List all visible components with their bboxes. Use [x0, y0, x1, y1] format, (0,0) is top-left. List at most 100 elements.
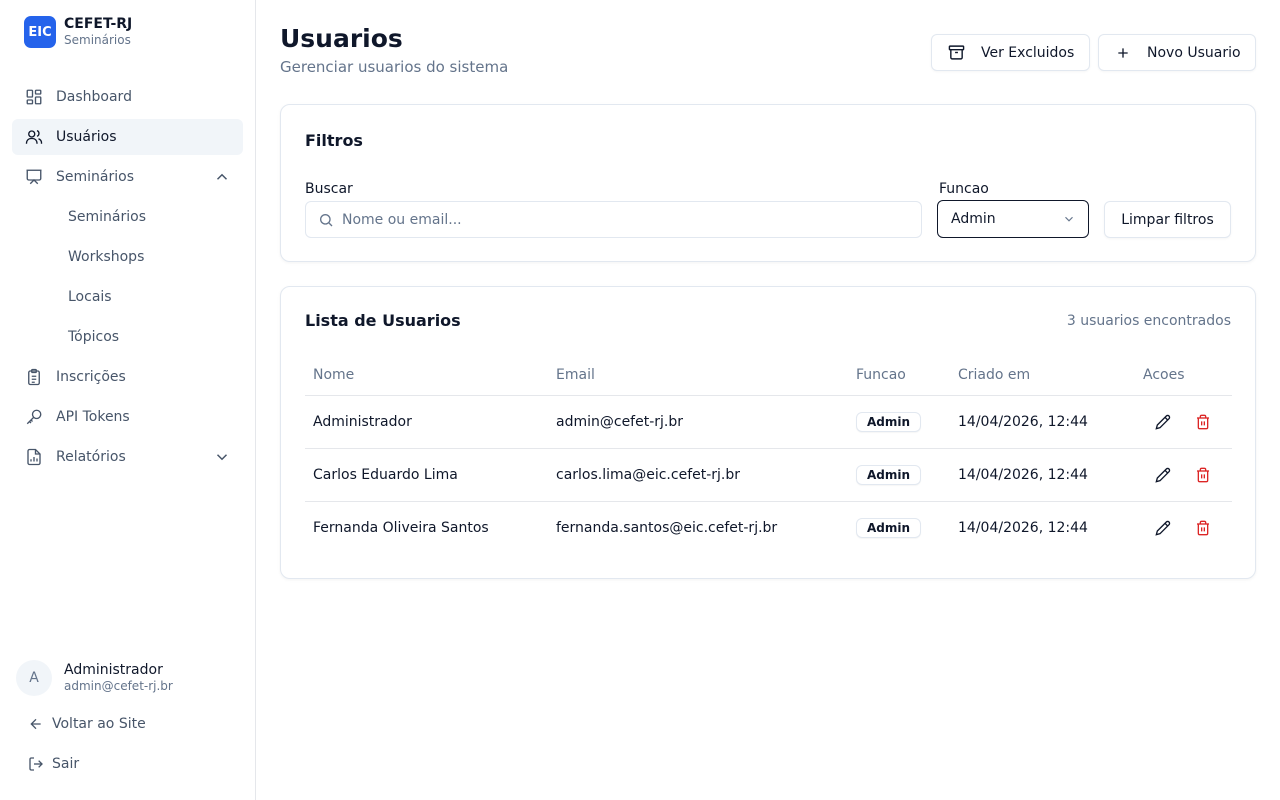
sidebar-subitem-locais[interactable]: Locais	[68, 279, 243, 315]
sidebar-item-dashboard[interactable]: Dashboard	[12, 79, 243, 115]
sidebar-subitem-workshops[interactable]: Workshops	[68, 239, 243, 275]
delete-button[interactable]	[1187, 512, 1219, 544]
trash-icon	[1197, 414, 1210, 429]
sidebar-item-label: Dashboard	[56, 89, 132, 105]
created-cell: 14/04/2026, 12:44	[950, 448, 1135, 502]
sidebar-item-label: Seminários	[68, 209, 146, 225]
role-badge: Admin	[856, 411, 922, 432]
edit-button[interactable]	[1147, 459, 1179, 491]
edit-button[interactable]	[1147, 406, 1179, 438]
role-badge: Admin	[856, 517, 922, 538]
chevron-up-icon	[216, 173, 228, 180]
user-email-cell: admin@cefet-rj.br	[548, 395, 848, 449]
sidebar-subitem-seminarios[interactable]: Seminários	[68, 199, 243, 235]
pencil-icon	[1155, 520, 1171, 536]
presentation-icon	[24, 167, 44, 187]
table-row: Carlos Eduardo Lima carlos.lima@eic.cefe…	[305, 448, 1232, 502]
back-to-site-link[interactable]: Voltar ao Site	[28, 716, 146, 732]
users-table: Nome Email Funcao Criado em Acoes Admini…	[305, 355, 1232, 554]
trash-icon	[1197, 520, 1210, 536]
user-email-cell: fernanda.santos@eic.cefet-rj.br	[556, 519, 778, 536]
trash-icon	[1197, 467, 1210, 482]
column-header-role: Funcao	[848, 355, 950, 396]
results-count: 3 usuarios encontrados	[1066, 313, 1231, 329]
role-badge: Admin	[856, 464, 922, 485]
user-name-cell: Fernanda Oliveira Santos	[313, 519, 489, 536]
clear-filters-button[interactable]: Limpar filtros	[1104, 201, 1231, 238]
role-label: Funcao	[939, 181, 989, 197]
sidebar-item-inscricoes[interactable]: Inscrições	[12, 359, 243, 395]
search-input[interactable]	[342, 211, 902, 228]
list-title: Lista de Usuarios	[305, 311, 461, 330]
view-deleted-label: Ver Excluidos	[981, 44, 1075, 61]
user-name: Administrador	[64, 661, 163, 678]
table-row: Fernanda Oliveira Santos fernanda.santos…	[305, 501, 1232, 554]
users-list-card: Lista de Usuarios 3 usuarios encontrados…	[280, 286, 1256, 579]
brand-logo: EIC	[24, 16, 56, 48]
current-user: A Administrador admin@cefet-rj.br	[16, 660, 173, 696]
key-icon	[24, 407, 44, 427]
sidebar-item-label: Relatórios	[56, 449, 126, 465]
user-email-cell: carlos.lima@eic.cefet-rj.br	[548, 448, 848, 502]
delete-button[interactable]	[1187, 459, 1219, 491]
search-field[interactable]	[305, 201, 922, 238]
page-title: Usuarios	[280, 24, 403, 53]
logout-label: Sair	[52, 756, 80, 772]
user-name-cell: Administrador	[305, 395, 548, 449]
sidebar-item-relatorios[interactable]: Relatórios	[12, 439, 243, 475]
sidebar-item-users[interactable]: Usuários	[12, 119, 243, 155]
seminarios-submenu: Seminários Workshops Locais Tópicos	[12, 199, 243, 355]
arrow-left-icon	[30, 718, 41, 730]
search-icon	[320, 213, 333, 226]
created-cell: 14/04/2026, 12:44	[950, 395, 1135, 449]
pencil-icon	[1155, 414, 1171, 430]
role-select[interactable]: Admin	[937, 200, 1089, 238]
table-header-row: Nome Email Funcao Criado em Acoes	[305, 355, 1232, 396]
avatar: A	[16, 660, 52, 696]
table-row: Administrador admin@cefet-rj.br Admin 14…	[305, 395, 1232, 449]
sidebar-item-label: Usuários	[56, 129, 117, 145]
role-select-value: Admin	[951, 211, 996, 227]
clipboard-icon	[24, 367, 44, 387]
plus-icon	[1118, 47, 1128, 58]
sidebar-item-label: Seminários	[56, 169, 134, 185]
back-to-site-label: Voltar ao Site	[52, 716, 146, 732]
user-email: admin@cefet-rj.br	[64, 679, 173, 694]
sidebar-subitem-topicos[interactable]: Tópicos	[68, 319, 243, 355]
archive-icon	[948, 45, 965, 60]
sidebar-item-label: API Tokens	[56, 409, 130, 425]
column-header-actions: Acoes	[1135, 355, 1232, 396]
new-user-button[interactable]: Novo Usuario	[1098, 34, 1256, 71]
sidebar-item-label: Inscrições	[56, 369, 126, 385]
user-name-cell: Carlos Eduardo Lima	[305, 448, 548, 502]
sidebar-item-api-tokens[interactable]: API Tokens	[12, 399, 243, 435]
column-header-created: Criado em	[950, 355, 1135, 396]
sidebar-item-label: Tópicos	[68, 329, 120, 345]
users-icon	[24, 127, 44, 147]
new-user-label: Novo Usuario	[1147, 44, 1241, 61]
logout-icon	[29, 757, 43, 771]
column-header-email: Email	[548, 355, 848, 396]
brand-title: CEFET-RJ	[64, 16, 133, 33]
chevron-down-icon	[1065, 216, 1073, 222]
report-icon	[24, 447, 44, 467]
search-label: Buscar	[305, 181, 353, 197]
filters-card: Filtros Buscar Funcao Admin Limpar filtr…	[280, 104, 1256, 262]
sidebar-item-label: Workshops	[68, 249, 145, 265]
column-header-name: Nome	[305, 355, 548, 396]
sidebar: EIC CEFET-RJ Seminários Dashboard Usuári…	[0, 0, 256, 800]
filters-title: Filtros	[305, 131, 363, 150]
created-cell: 14/04/2026, 12:44	[958, 519, 1088, 536]
view-deleted-button[interactable]: Ver Excluidos	[931, 34, 1090, 71]
pencil-icon	[1155, 467, 1171, 483]
dashboard-icon	[24, 87, 44, 107]
brand[interactable]: EIC CEFET-RJ Seminários	[24, 16, 132, 48]
delete-button[interactable]	[1187, 406, 1219, 438]
chevron-down-icon	[216, 454, 228, 461]
edit-button[interactable]	[1147, 512, 1179, 544]
page-subtitle: Gerenciar usuarios do sistema	[280, 58, 509, 76]
sidebar-item-seminarios[interactable]: Seminários	[12, 159, 243, 195]
brand-subtitle: Seminários	[64, 33, 131, 48]
logout-link[interactable]: Sair	[28, 756, 79, 772]
sidebar-nav: Dashboard Usuários Seminários Seminários…	[12, 79, 243, 479]
